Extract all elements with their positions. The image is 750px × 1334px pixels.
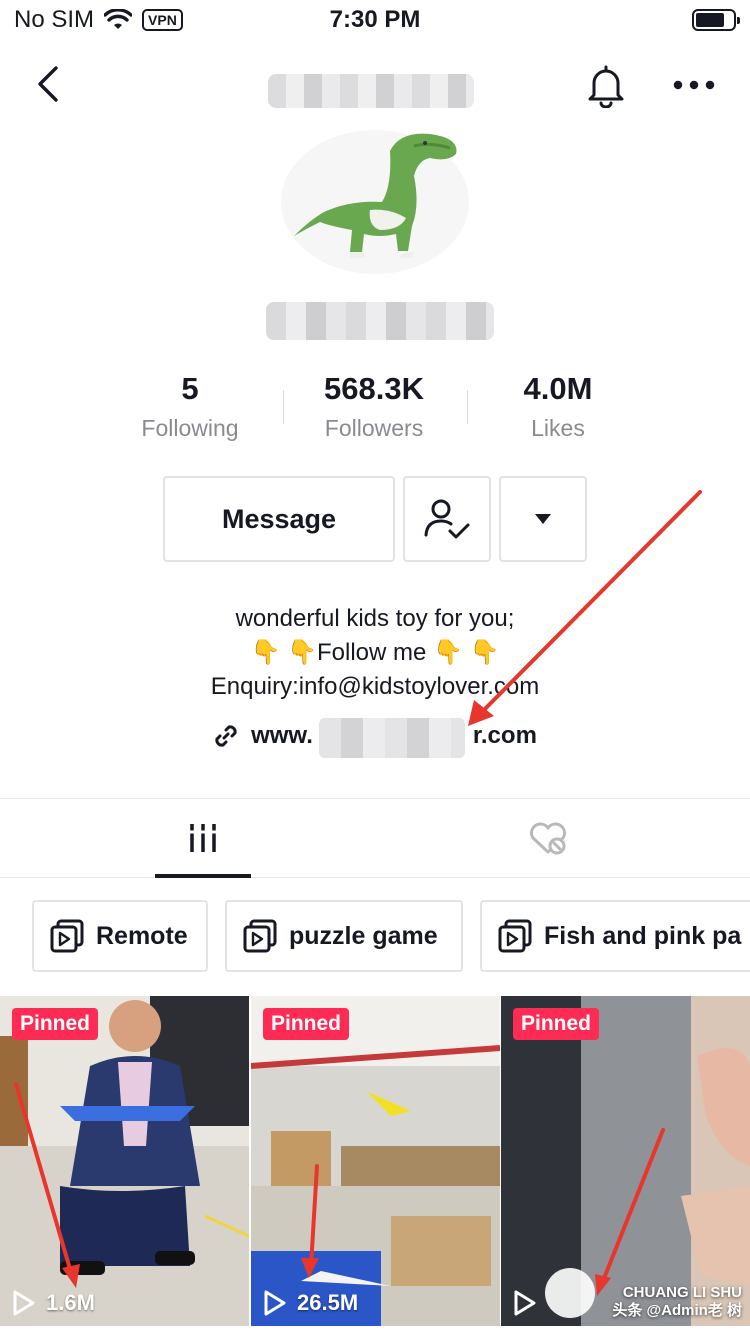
link-suffix: r.com [472,722,537,749]
stat-likes[interactable]: 4.0M Likes [466,370,650,446]
playlist-label: Fish and pink pa [544,921,742,950]
video-thumbnail [501,996,750,1326]
playlist-icon [243,919,277,953]
stat-label: Followers [324,415,424,441]
playlist-chip[interactable]: puzzle game [225,900,463,972]
play-icon [264,1290,286,1316]
pointing-down-emoji: 👇 [250,639,281,666]
play-icon [514,1290,536,1316]
watermark: CHUANG LI SHU 头条 @Admin老 树 [612,1284,742,1320]
display-name-redacted [266,302,494,340]
video-thumbnail [0,996,249,1326]
view-count: 26.5M [263,1290,358,1316]
playlist-icon [498,919,532,953]
pointing-down-emoji: 👇 [433,639,463,666]
battery-icon [692,9,740,31]
video-thumbnail [251,996,500,1326]
grid-videos-icon [188,824,218,852]
stat-label: Likes [531,415,585,441]
video-tile[interactable]: Pinned 1.6M [0,996,249,1326]
following-status-button[interactable] [403,476,491,562]
profile-actions: Message [0,476,750,562]
profile-link-inner: www. r.com [213,718,537,758]
pointing-down-emoji: 👇 [287,639,317,666]
more-icon[interactable] [672,78,716,92]
bio-line: 👇 👇Follow me 👇 👇 [0,636,750,670]
tab-videos[interactable] [155,799,251,877]
pinned-badge: Pinned [12,1008,99,1040]
pinned-badge: Pinned [513,1008,600,1040]
avatar[interactable] [280,126,470,278]
message-button[interactable]: Message [163,476,395,562]
playlist-chip[interactable]: Remote [32,900,208,972]
back-icon[interactable] [30,62,70,106]
video-tile[interactable]: Pinned 26.5M [251,996,500,1326]
username-redacted [268,74,474,108]
caret-down-icon [535,514,551,524]
tab-liked[interactable] [500,799,596,877]
video-grid: Pinned 1.6M Pinned 26.5M Pinned CHUANG L… [0,996,750,1334]
pinned-badge: Pinned [263,1008,350,1040]
watermark-line: CHUANG LI SHU [622,1284,742,1301]
playlist-icon [50,919,84,953]
view-count: 1.6M [12,1290,95,1316]
pointing-down-emoji: 👇 [469,639,500,666]
nav-bar [0,48,750,120]
view-count-value: 1.6M [46,1290,95,1315]
link-prefix: www. [251,722,313,749]
follow-check-icon [424,499,470,539]
watermark-line: 头条 @Admin老 树 [612,1302,742,1319]
playlist-chips: Remote puzzle game Fish and pink pa [32,900,750,974]
view-count-value: 26.5M [297,1290,359,1315]
profile-link[interactable]: www. r.com [0,718,750,758]
stat-following[interactable]: 5 Following [98,370,282,446]
profile-bio: wonderful kids toy for you; 👇 👇Follow me… [0,602,750,704]
content-tabs [0,798,750,878]
link-redacted [319,718,466,758]
bio-follow-text: Follow me [316,639,427,666]
liked-hidden-icon [530,822,566,855]
link-icon [215,725,237,747]
playlist-label: Remote [96,921,188,950]
stat-followers[interactable]: 568.3K Followers [282,370,466,446]
video-tile[interactable]: Pinned CHUANG LI SHU 头条 @Admin老 树 [501,996,750,1326]
bio-line: wonderful kids toy for you; [235,605,515,632]
stat-value: 5 [181,371,199,406]
stat-value: 4.0M [523,371,593,406]
stat-value: 568.3K [324,371,424,406]
play-icon [13,1290,35,1316]
status-time: 7:30 PM [329,6,421,33]
bell-icon[interactable] [584,62,628,108]
tab-indicator [155,874,251,878]
bio-line: Enquiry:info@kidstoylover.com [210,673,540,700]
playlist-chip[interactable]: Fish and pink pa [480,900,750,972]
suggested-accounts-button[interactable] [499,476,587,562]
watermark-logo [545,1268,595,1318]
stat-label: Following [141,415,239,441]
view-count [513,1290,547,1316]
playlist-label: puzzle game [289,921,438,950]
status-bar: No SIM VPN 7:30 PM [0,0,750,40]
profile-stats: 5 Following 568.3K Followers 4.0M Likes [0,370,750,446]
